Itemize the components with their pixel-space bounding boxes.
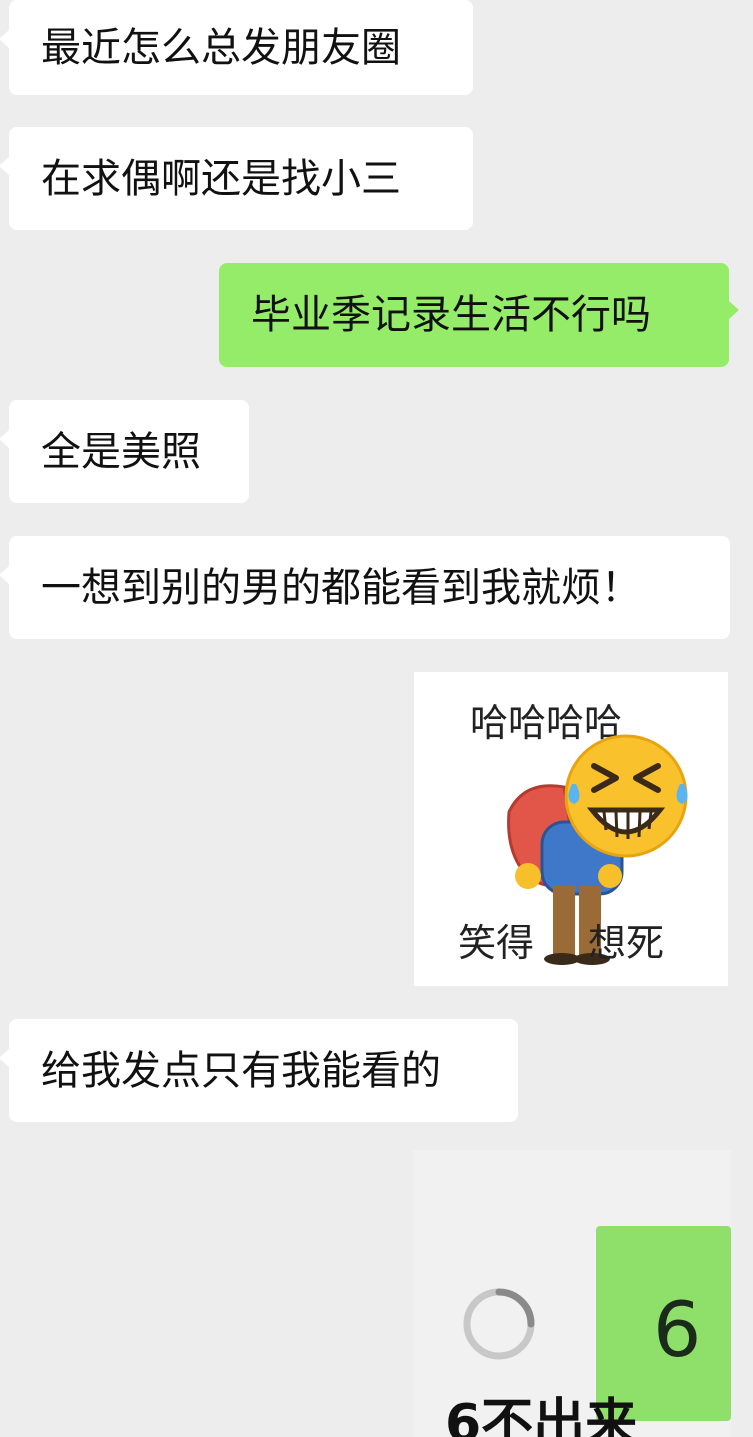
message-text: 一想到别的男的都能看到我就烦！ xyxy=(41,564,641,611)
sticker-big-text: 6 xyxy=(653,1285,702,1374)
message-bubble-incoming[interactable]: 最近怎么总发朋友圈 xyxy=(0,0,473,95)
message-bubble-incoming[interactable]: 一想到别的男的都能看到我就烦！ xyxy=(0,536,730,639)
loading-spinner-icon xyxy=(463,1288,535,1360)
message-text: 全是美照 xyxy=(41,428,201,475)
sticker-bottom-right-text: 想死 xyxy=(588,921,665,965)
message-bubble-incoming[interactable]: 给我发点只有我能看的 xyxy=(0,1019,518,1122)
message-text: 毕业季记录生活不行吗 xyxy=(251,292,651,338)
message-bubble-incoming[interactable]: 在求偶啊还是找小三 xyxy=(0,127,473,230)
sticker-caption: 6不出来 xyxy=(445,1394,638,1437)
message-bubble-outgoing[interactable]: 毕业季记录生活不行吗 xyxy=(219,263,739,367)
sticker-message[interactable]: 6 6不出来 xyxy=(413,1150,731,1437)
sticker-message[interactable]: 哈哈哈哈 笑得 想死 xyxy=(414,672,728,986)
message-text: 在求偶啊还是找小三 xyxy=(41,155,401,202)
message-text: 最近怎么总发朋友圈 xyxy=(41,24,401,71)
message-text: 给我发点只有我能看的 xyxy=(41,1047,441,1094)
message-bubble-incoming[interactable]: 全是美照 xyxy=(0,400,249,503)
sticker-bottom-left-text: 笑得 xyxy=(458,921,535,965)
